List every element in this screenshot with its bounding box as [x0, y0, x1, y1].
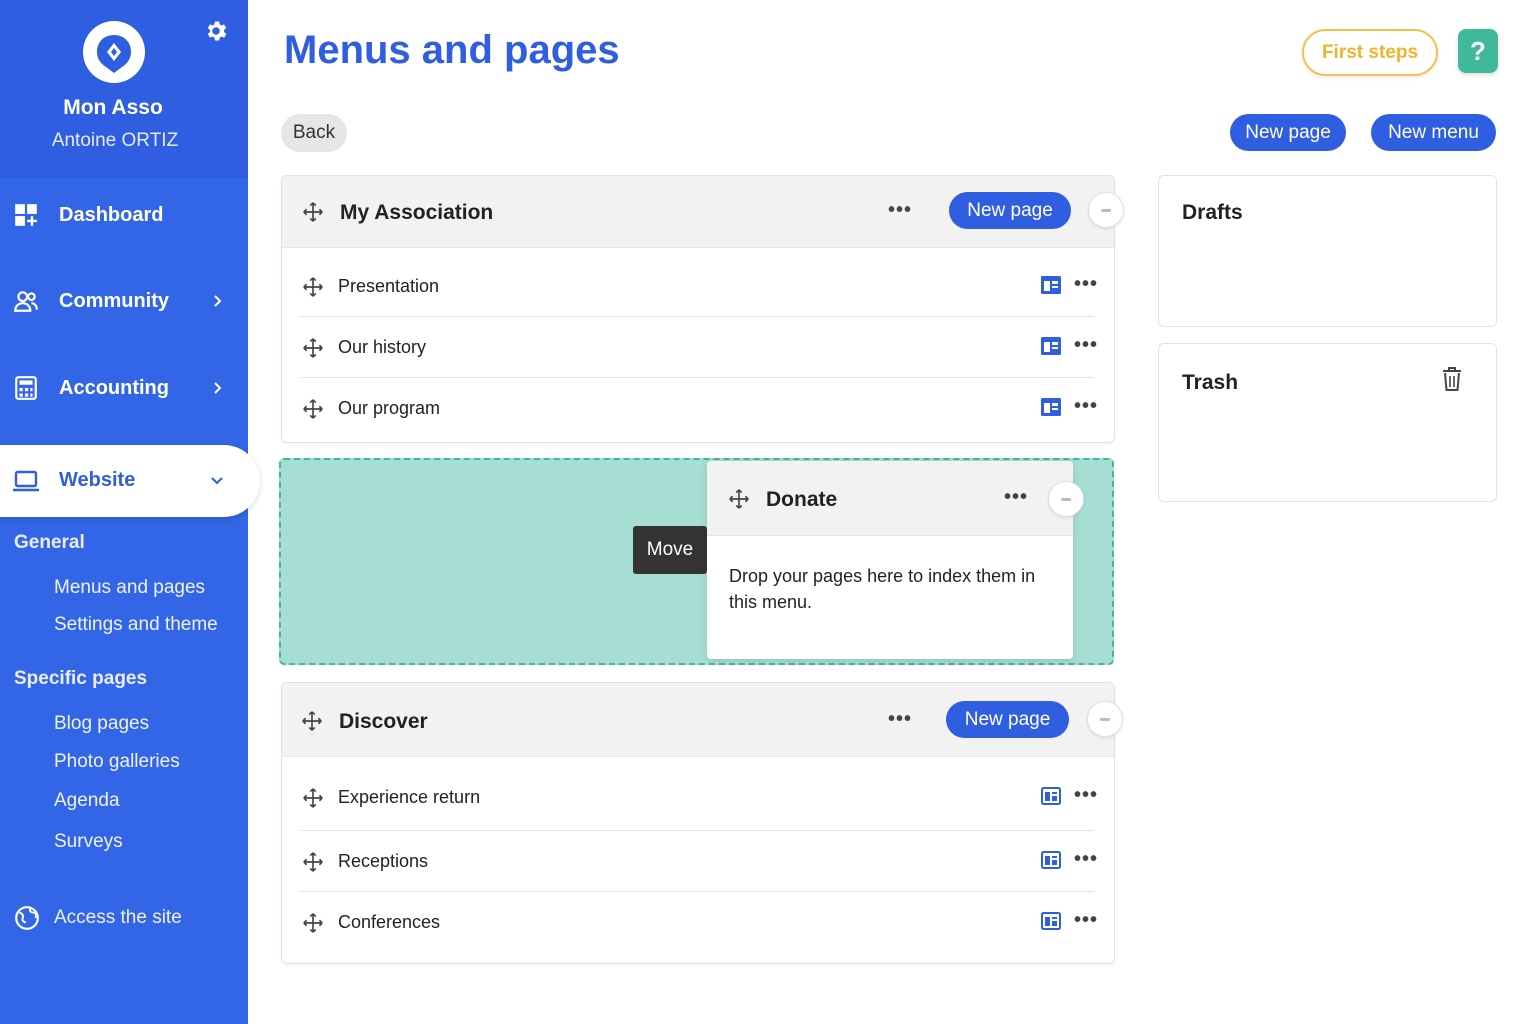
page-more-options-icon[interactable]: ••• — [1074, 396, 1098, 416]
drafts-panel[interactable]: Drafts — [1158, 175, 1497, 327]
page-layout-icon[interactable] — [1040, 850, 1062, 870]
organization-name: Mon Asso — [63, 96, 163, 119]
chevron-right-icon — [214, 295, 222, 307]
new-page-button[interactable]: New page — [1230, 114, 1346, 151]
accounting-icon — [15, 376, 37, 400]
link-settings-and-theme[interactable]: Settings and theme — [54, 614, 218, 636]
page-layout-icon[interactable] — [1040, 911, 1062, 931]
menu-title: My Association — [340, 201, 494, 224]
nav-dashboard-label: Dashboard — [59, 203, 164, 226]
trash-icon — [1443, 367, 1461, 391]
menu-new-page-button[interactable]: New page — [949, 192, 1071, 229]
menu-card-discover: Discover ••• New page Experience return … — [281, 682, 1115, 964]
gear-icon[interactable] — [203, 18, 229, 44]
page-layout-icon[interactable] — [1040, 397, 1062, 417]
page-more-options-icon[interactable]: ••• — [1074, 849, 1098, 869]
page-layout-icon[interactable] — [1040, 336, 1062, 356]
globe-icon — [15, 906, 39, 930]
page-more-options-icon[interactable]: ••• — [1074, 335, 1098, 355]
dragged-menu-card[interactable]: Donate ••• Drop your pages here to index… — [707, 461, 1073, 659]
menu-title: Donate — [766, 488, 838, 511]
menu-title: Discover — [339, 710, 428, 733]
page-title: Menus and pages — [284, 28, 620, 72]
link-photo-galleries[interactable]: Photo galleries — [54, 751, 180, 773]
collapse-menu-button[interactable] — [1087, 701, 1123, 737]
page-layout-icon[interactable] — [1040, 275, 1062, 295]
page-layout-icon[interactable] — [1040, 786, 1062, 806]
page-title: Presentation — [338, 276, 440, 296]
chevron-down-icon — [211, 477, 223, 485]
page-row[interactable]: Experience return ••• — [300, 767, 1097, 831]
link-blog-pages[interactable]: Blog pages — [54, 713, 149, 735]
trash-panel[interactable]: Trash — [1158, 343, 1497, 502]
menu-card-my-association: My Association ••• New page Presentation… — [281, 175, 1115, 443]
move-tooltip: Move — [633, 526, 707, 574]
page-title: Our history — [338, 337, 427, 357]
page-title: Conferences — [338, 912, 441, 932]
page-row[interactable]: Conferences ••• — [300, 892, 1097, 953]
collapse-menu-button[interactable] — [1088, 192, 1124, 228]
section-specific-pages: Specific pages — [14, 668, 148, 689]
page-row[interactable]: Presentation ••• — [300, 256, 1097, 317]
trash-title: Trash — [1182, 371, 1239, 394]
move-handle-icon[interactable] — [728, 488, 750, 510]
nav-community[interactable]: Community — [0, 273, 248, 329]
more-options-icon[interactable]: ••• — [888, 200, 912, 220]
page-more-options-icon[interactable]: ••• — [1074, 785, 1098, 805]
menu-header: Discover ••• New page — [282, 683, 1114, 757]
move-handle-icon[interactable] — [302, 787, 324, 809]
link-surveys[interactable]: Surveys — [54, 831, 123, 853]
access-site-link[interactable]: Access the site — [14, 905, 182, 931]
move-handle-icon[interactable] — [301, 710, 323, 732]
page-row[interactable]: Our history ••• — [300, 317, 1097, 378]
menu-header: My Association ••• New page — [282, 176, 1114, 248]
logo-icon — [97, 35, 131, 73]
dashboard-icon — [15, 204, 37, 226]
chevron-right-icon — [214, 382, 222, 394]
section-general: General — [14, 532, 85, 553]
back-button[interactable]: Back — [281, 114, 347, 152]
more-options-icon[interactable]: ••• — [1004, 487, 1028, 507]
nav-accounting[interactable]: Accounting — [0, 360, 248, 416]
first-steps-button[interactable]: First steps — [1302, 29, 1438, 76]
page-title: Receptions — [338, 851, 429, 871]
link-agenda[interactable]: Agenda — [54, 790, 120, 812]
menu-new-page-button[interactable]: New page — [946, 701, 1069, 738]
community-icon — [14, 291, 38, 312]
user-name: Antoine ORTIZ — [51, 130, 179, 151]
nav-community-label: Community — [59, 289, 169, 312]
empty-menu-hint: Drop your pages here to index them in th… — [729, 566, 1036, 612]
nav-accounting-label: Accounting — [59, 376, 169, 399]
help-button[interactable]: ? — [1458, 29, 1498, 73]
move-handle-icon[interactable] — [302, 276, 324, 298]
page-title: Experience return — [338, 787, 481, 807]
page-more-options-icon[interactable]: ••• — [1074, 910, 1098, 930]
more-options-icon[interactable]: ••• — [888, 709, 912, 729]
move-handle-icon[interactable] — [302, 912, 324, 934]
move-handle-icon[interactable] — [302, 851, 324, 873]
link-menus-and-pages[interactable]: Menus and pages — [54, 577, 205, 599]
new-menu-button[interactable]: New menu — [1371, 114, 1496, 151]
page-title: Our program — [338, 398, 441, 418]
laptop-icon — [13, 470, 39, 492]
collapse-menu-button[interactable] — [1048, 481, 1084, 517]
nav-website[interactable]: Website — [0, 445, 260, 517]
drafts-title: Drafts — [1182, 201, 1243, 224]
nav-dashboard[interactable]: Dashboard — [0, 187, 248, 243]
move-handle-icon[interactable] — [302, 337, 324, 359]
move-handle-icon[interactable] — [302, 398, 324, 420]
nav-website-label: Website — [59, 469, 136, 491]
menu-header: Donate ••• — [707, 461, 1073, 536]
access-site-label: Access the site — [54, 907, 182, 928]
sidebar: Mon Asso Antoine ORTIZ Dashboard Communi… — [0, 0, 260, 1024]
move-handle-icon[interactable] — [302, 201, 324, 223]
page-row[interactable]: Our program ••• — [300, 378, 1097, 439]
page-row[interactable]: Receptions ••• — [300, 831, 1097, 892]
association-logo[interactable] — [83, 21, 145, 83]
page-more-options-icon[interactable]: ••• — [1074, 274, 1098, 294]
sidebar-header: Mon Asso Antoine ORTIZ — [0, 0, 248, 178]
